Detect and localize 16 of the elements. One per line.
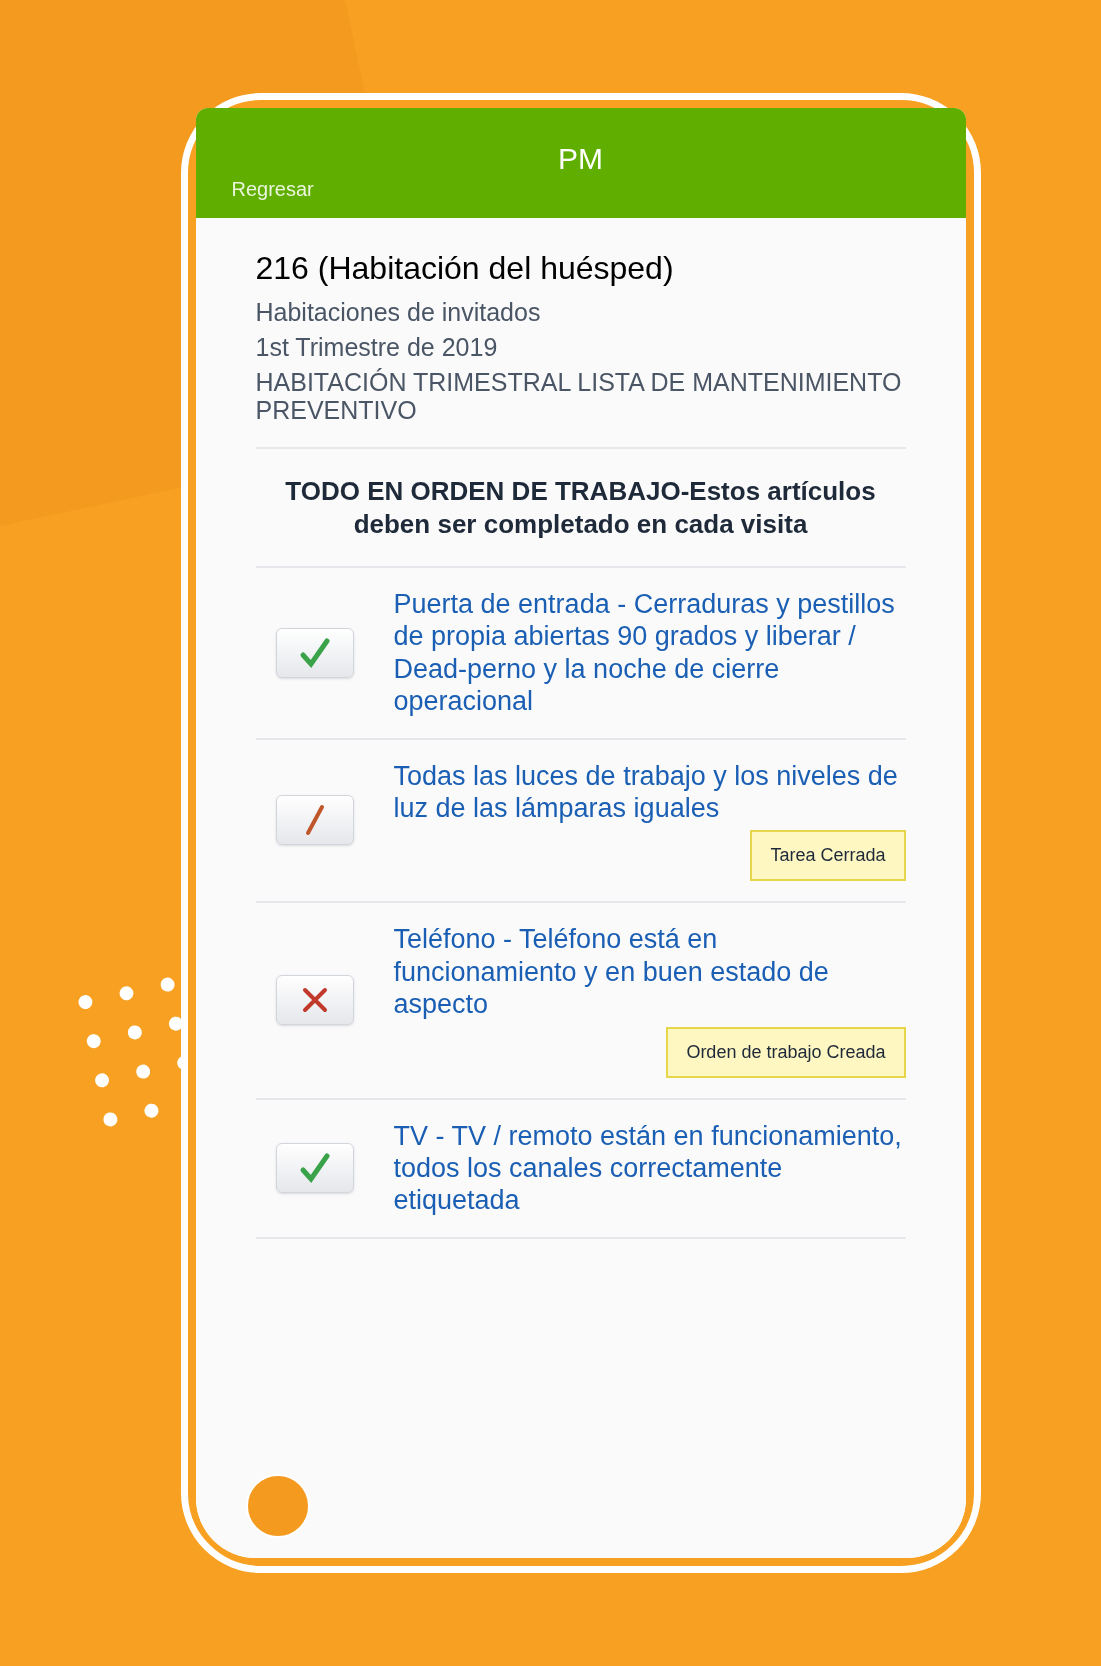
status-badge: Orden de trabajo Creada <box>666 1026 906 1078</box>
checklist-item-label[interactable]: Teléfono - Teléfono está en funcionamiento y en buen estado de aspecto <box>393 923 906 1021</box>
status-toggle-button[interactable] <box>275 1143 354 1194</box>
section-title: TODO EN ORDEN DE TRABAJO-Estos artículos deben ser completado en cada visita <box>284 475 877 540</box>
status-toggle-button[interactable] <box>275 795 354 846</box>
room-title: 216 (Habitación del huésped) <box>255 249 675 288</box>
status-toggle-button[interactable] <box>275 627 354 678</box>
header-title: PM <box>558 141 603 177</box>
status-badge: Tarea Cerrada <box>750 830 906 882</box>
checklist-item-label[interactable]: TV - TV / remoto están en funcionamiento, todos los canales correctamente etiquetada <box>393 1119 906 1217</box>
room-detail: HABITACIÓN TRIMESTRAL LISTA DE MANTENIMIENTO PREVENTIVO <box>255 367 903 425</box>
room-detail: Habitaciones de invitados <box>255 298 542 327</box>
checklist-item-label[interactable]: Todas las luces de trabajo y los niveles de luz de las lámparas iguales <box>393 759 906 825</box>
room-detail: 1st Trimestre de 2019 <box>255 332 499 362</box>
status-toggle-button[interactable] <box>275 975 354 1026</box>
checklist-item-label[interactable]: Puerta de entrada - Cerraduras y pestillos de propia abiertas 90 grados y liberar / Dead-perno y la noche de cierre operacional <box>393 588 906 718</box>
